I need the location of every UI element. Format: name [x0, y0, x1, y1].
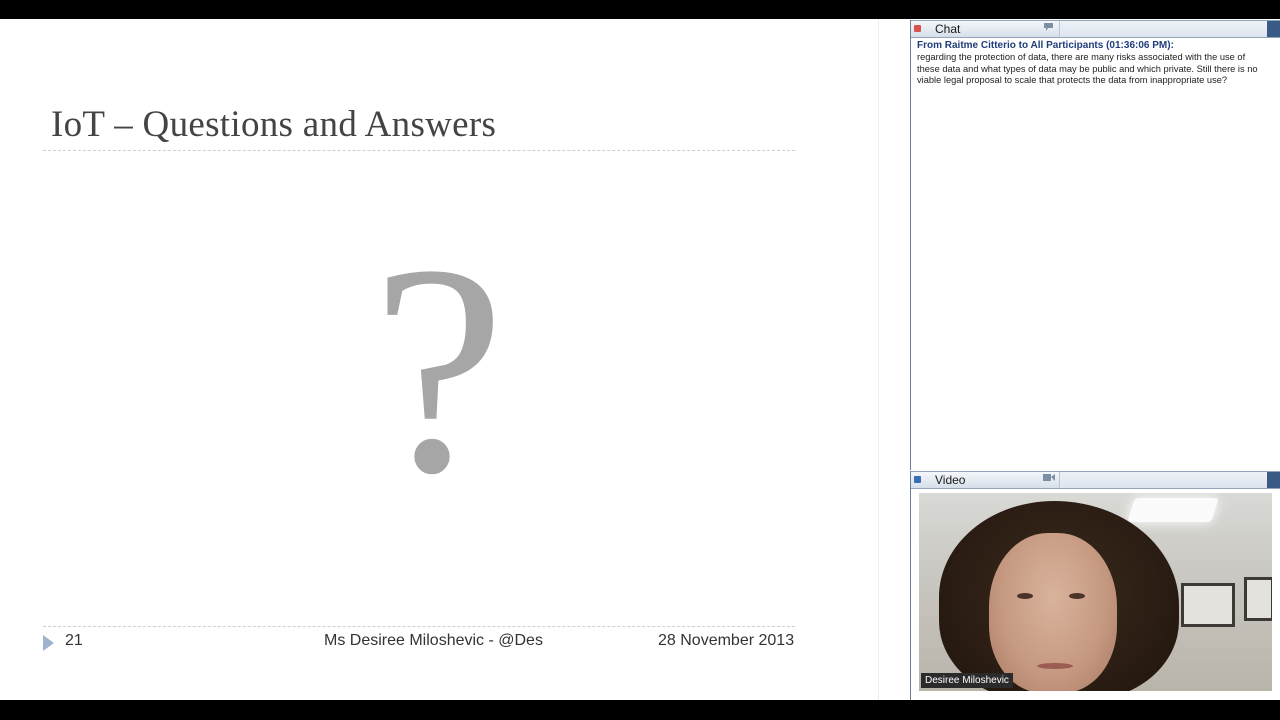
speech-bubble-icon[interactable] — [1043, 22, 1054, 35]
slide-date: 28 November 2013 — [658, 632, 795, 649]
chat-message-sender: From Raitme Citterio to All Participants… — [917, 40, 1174, 51]
wall-picture — [1244, 577, 1272, 621]
chat-header-strip — [1059, 21, 1266, 37]
letterbox-bar — [0, 700, 1280, 720]
title-divider — [43, 150, 795, 151]
presenter-eye — [1069, 593, 1085, 599]
webcam-video[interactable]: Desiree Miloshevic — [919, 493, 1272, 691]
video-panel-header[interactable]: Video — [911, 471, 1280, 489]
chat-panel-header[interactable]: Chat — [911, 20, 1280, 38]
video-header-strip — [1059, 472, 1266, 488]
chat-messages: From Raitme Citterio to All Participants… — [911, 38, 1280, 89]
video-status-icon — [914, 476, 921, 483]
panel-gutter — [878, 19, 911, 700]
chat-panel: Chat From Raitme Citterio to All Partici… — [910, 20, 1280, 470]
chat-message-text: regarding the protection of data, there … — [917, 52, 1258, 85]
slide-presenter: Ms Desiree Miloshevic - @Des — [324, 632, 543, 649]
slide-number: 21 — [65, 632, 83, 649]
footer-divider — [43, 626, 795, 627]
presenter-mouth — [1037, 663, 1073, 669]
video-panel-menu-button[interactable] — [1267, 472, 1280, 488]
meeting-window: IoT – Questions and Answers ? 21 Ms Desi… — [0, 19, 1280, 700]
video-panel-title: Video — [935, 473, 966, 487]
presenter-eye — [1017, 593, 1033, 599]
footer-arrow-icon — [43, 635, 54, 651]
question-mark-graphic: ? — [372, 203, 506, 535]
slide-title: IoT – Questions and Answers — [51, 104, 497, 145]
wall-picture — [1181, 583, 1235, 627]
chat-status-icon — [914, 25, 921, 32]
ceiling-light — [1127, 498, 1219, 522]
chat-panel-menu-button[interactable] — [1267, 21, 1280, 37]
chat-panel-title: Chat — [935, 22, 961, 36]
presentation-slide: IoT – Questions and Answers ? 21 Ms Desi… — [0, 19, 878, 700]
video-name-tag: Desiree Miloshevic — [921, 673, 1013, 688]
camera-icon[interactable] — [1043, 473, 1055, 485]
video-panel: Video Desiree Miloshevic — [910, 471, 1280, 700]
